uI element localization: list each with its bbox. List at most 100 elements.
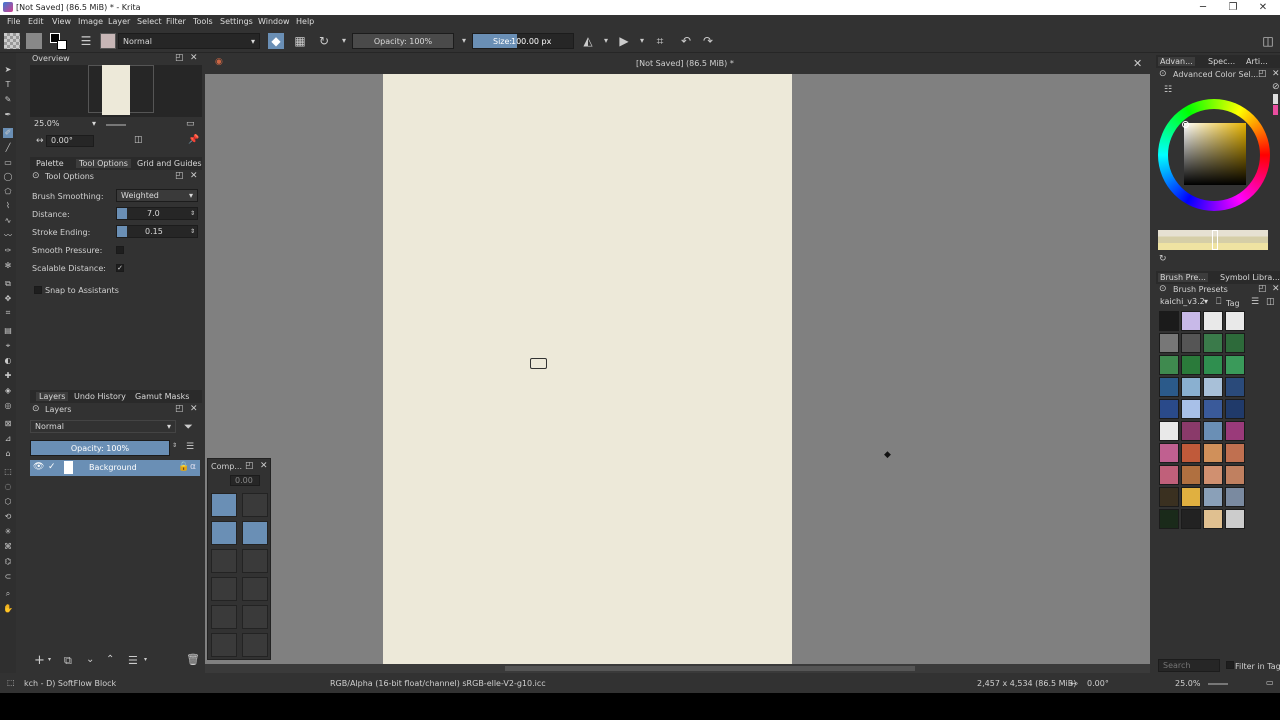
overview-zoom-select[interactable]: 25.0% ▾ xyxy=(30,119,100,131)
brush-preset-icon[interactable] xyxy=(100,33,116,49)
brush-preset-16[interactable] xyxy=(1225,377,1245,397)
wrap-around-icon[interactable]: ⌗ xyxy=(652,33,668,49)
zoom-value[interactable]: 25.0% xyxy=(1175,679,1200,688)
compositor-tool-10[interactable] xyxy=(242,605,268,629)
freehand-select-tool-icon[interactable]: ⟲ xyxy=(3,512,13,522)
compositor-tool-9[interactable] xyxy=(211,605,237,629)
close-icon[interactable]: ✕ xyxy=(1272,284,1280,294)
minimize-button[interactable]: ─ xyxy=(1188,0,1218,15)
crop-tool-icon[interactable]: ⌗ xyxy=(3,308,13,318)
brush-preset-9[interactable] xyxy=(1159,355,1179,375)
similar-select-tool-icon[interactable]: ⌘ xyxy=(3,542,13,552)
brush-preset-3[interactable] xyxy=(1203,311,1223,331)
gradient-icon[interactable] xyxy=(26,33,42,49)
undo-icon[interactable]: ↶ xyxy=(678,33,694,49)
brush-preset-12[interactable] xyxy=(1225,355,1245,375)
alpha-lock-icon[interactable]: α xyxy=(190,462,196,472)
bundle-select[interactable]: kaichi_v3.2 ▾ xyxy=(1158,297,1210,309)
smooth-pressure-checkbox[interactable] xyxy=(116,246,124,254)
overview-rotation-field[interactable]: 0.00° xyxy=(46,135,94,147)
move-layer-down-icon[interactable]: ⌄ xyxy=(86,654,94,665)
tab-specific-color[interactable]: Spec... xyxy=(1208,57,1235,66)
compositor-tool-1[interactable] xyxy=(211,493,237,517)
brush-preset-30[interactable] xyxy=(1181,465,1201,485)
refresh-icon[interactable]: ↻ xyxy=(1159,254,1167,264)
menu-view[interactable]: View xyxy=(52,17,71,26)
opacity-slider[interactable]: Opacity: 100% xyxy=(352,33,454,49)
compositor-tool-7[interactable] xyxy=(211,577,237,601)
fg-color-chip[interactable] xyxy=(1273,94,1278,104)
pan-tool-icon[interactable]: ✋ xyxy=(3,604,13,614)
menu-help[interactable]: Help xyxy=(296,17,314,26)
saturation-value-square[interactable] xyxy=(1184,123,1246,185)
line-tool-icon[interactable]: ╱ xyxy=(3,143,13,153)
compositor-tool-12[interactable] xyxy=(242,633,268,657)
tab-symbol-libraries[interactable]: Symbol Libra... xyxy=(1220,273,1280,282)
menu-select[interactable]: Select xyxy=(137,17,162,26)
tab-artistic-color[interactable]: Arti... xyxy=(1246,57,1268,66)
workspace-icon[interactable]: ◫ xyxy=(1260,33,1276,49)
brush-preset-19[interactable] xyxy=(1203,399,1223,419)
brush-preset-39[interactable] xyxy=(1203,509,1223,529)
brush-preset-32[interactable] xyxy=(1225,465,1245,485)
rotation-value[interactable]: 0.00° xyxy=(1087,679,1109,688)
pin-icon[interactable]: 📌 xyxy=(188,135,199,145)
close-icon[interactable]: ✕ xyxy=(260,461,268,471)
tag-label[interactable]: Tag xyxy=(1226,299,1240,308)
chevron-down-icon[interactable]: ▾ xyxy=(634,33,650,49)
color-space-info[interactable]: RGB/Alpha (16-bit float/channel) sRGB-el… xyxy=(330,679,546,688)
redo-icon[interactable]: ↷ xyxy=(700,33,716,49)
brush-preset-40[interactable] xyxy=(1225,509,1245,529)
compositor-tool-6[interactable] xyxy=(242,549,268,573)
tab-palette[interactable]: Palette xyxy=(36,159,64,168)
layer-blend-select[interactable]: Normal ▾ xyxy=(30,420,176,433)
smart-patch-tool-icon[interactable]: ✚ xyxy=(3,371,13,381)
brush-preset-27[interactable] xyxy=(1203,443,1223,463)
text-tool-icon[interactable]: T xyxy=(3,80,13,90)
menu-file[interactable]: File xyxy=(7,17,20,26)
measure-tool-icon[interactable]: ⊿ xyxy=(3,434,13,444)
layer-opacity-slider[interactable]: Opacity: 100% xyxy=(30,440,170,456)
eraser-mode-icon[interactable]: ◆ xyxy=(268,33,284,49)
compositor-tool-3[interactable] xyxy=(211,521,237,545)
maximize-button[interactable]: ❐ xyxy=(1218,0,1248,15)
distance-slider[interactable]: 7.0 ⇕ xyxy=(116,207,198,220)
layer-properties-icon[interactable]: ☰ xyxy=(128,654,138,667)
menu-settings[interactable]: Settings xyxy=(220,17,253,26)
compositor-tool-8[interactable] xyxy=(242,577,268,601)
fullscreen-icon[interactable]: ▭ xyxy=(1266,678,1274,687)
pattern-icon[interactable] xyxy=(4,33,20,49)
chevron-down-icon[interactable]: ▾ xyxy=(48,656,51,663)
rectangle-tool-icon[interactable]: ▭ xyxy=(3,158,13,168)
float-icon[interactable]: ◰ xyxy=(245,461,254,471)
polygon-select-tool-icon[interactable]: ⬡ xyxy=(3,497,13,507)
assistant-tool-icon[interactable]: ⊠ xyxy=(3,419,13,429)
select-shapes-tool-icon[interactable]: ➤ xyxy=(3,65,13,75)
brush-preset-37[interactable] xyxy=(1159,509,1179,529)
brush-preset-5[interactable] xyxy=(1159,333,1179,353)
freehand-path-tool-icon[interactable]: 〰 xyxy=(3,231,13,241)
compositor-tool-2[interactable] xyxy=(242,493,268,517)
brush-preset-29[interactable] xyxy=(1159,465,1179,485)
stroke-ending-slider[interactable]: 0.15 ⇕ xyxy=(116,225,198,238)
close-icon[interactable]: ✕ xyxy=(190,53,198,63)
color-picker-tool-icon[interactable]: ⌖ xyxy=(3,341,13,351)
brush-preset-2[interactable] xyxy=(1181,311,1201,331)
brush-preset-10[interactable] xyxy=(1181,355,1201,375)
color-settings-icon[interactable]: ☷ xyxy=(1164,85,1172,95)
mirror-vertical-icon[interactable]: ▶ xyxy=(616,33,632,49)
brush-preset-6[interactable] xyxy=(1181,333,1201,353)
freehand-brush-tool-icon[interactable]: ✐ xyxy=(3,128,13,138)
scalable-distance-checkbox[interactable]: ✓ xyxy=(116,264,124,272)
menu-tools[interactable]: Tools xyxy=(193,17,213,26)
tab-undo-history[interactable]: Undo History xyxy=(74,392,126,401)
brush-preset-34[interactable] xyxy=(1181,487,1201,507)
tab-advanced-color[interactable]: Advan... xyxy=(1158,57,1195,66)
brush-smoothing-select[interactable]: Weighted ▾ xyxy=(116,189,198,202)
hue-ring[interactable] xyxy=(1158,99,1270,211)
contiguous-select-tool-icon[interactable]: ✳ xyxy=(3,527,13,537)
edit-brush-settings-icon[interactable]: ☰ xyxy=(78,33,94,49)
spin-arrows-icon[interactable]: ⇕ xyxy=(190,226,195,237)
brush-preset-20[interactable] xyxy=(1225,399,1245,419)
canvas-paper[interactable] xyxy=(383,74,792,664)
